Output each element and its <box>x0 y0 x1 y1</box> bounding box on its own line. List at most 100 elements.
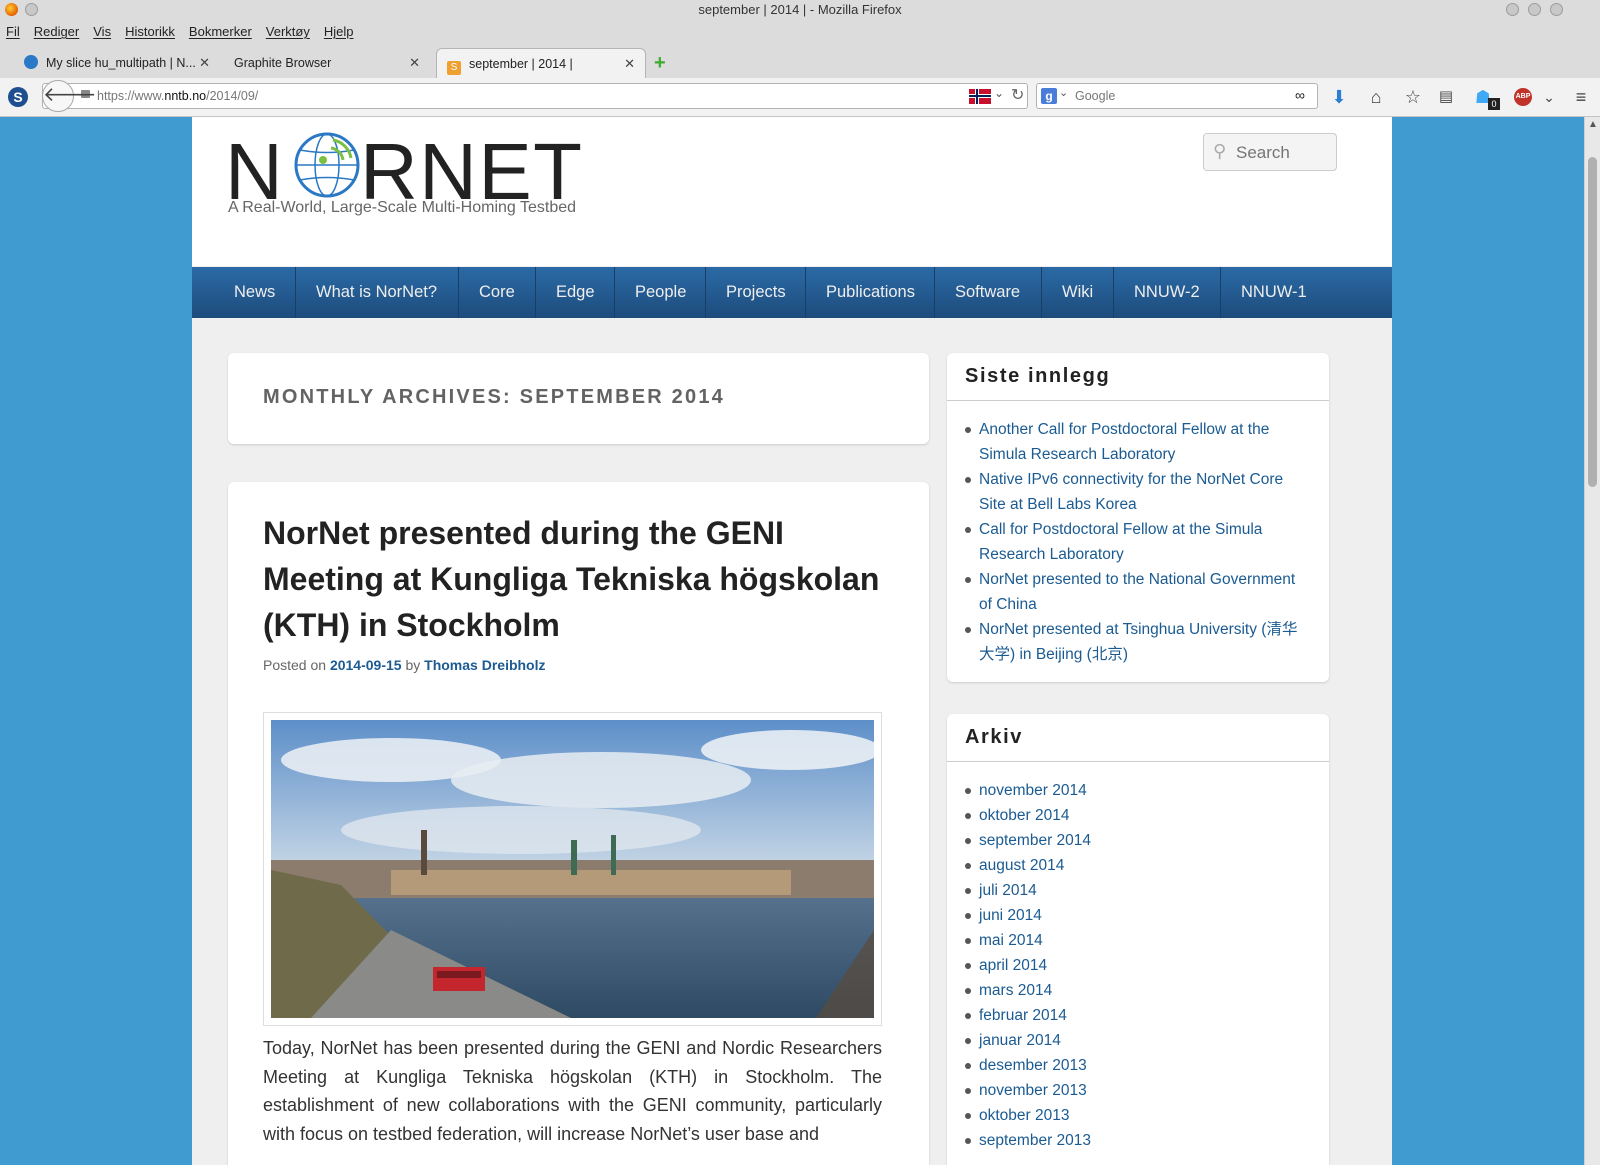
menu-fil[interactable]: Fil <box>6 20 20 44</box>
archive-link[interactable]: november 2014 <box>963 778 1309 803</box>
page-scrollbar[interactable]: ▲ <box>1584 117 1600 1165</box>
post-title[interactable]: NorNet presented during the GENI Meeting… <box>263 510 883 648</box>
sync-s-icon[interactable]: S <box>8 87 28 107</box>
site-tagline: A Real-World, Large-Scale Multi-Homing T… <box>228 199 577 216</box>
window-close-button[interactable] <box>1550 3 1563 16</box>
site-logo[interactable]: N RNET <box>225 125 607 216</box>
tab-bar: My slice hu_multipath | N... ✕ Graphite … <box>0 44 1600 78</box>
widget-divider <box>947 400 1329 401</box>
tab-myslice[interactable]: My slice hu_multipath | N... ✕ <box>14 48 220 78</box>
menu-item-edge[interactable]: Edge <box>536 267 615 318</box>
ghostery-badge: 0 <box>1488 98 1500 110</box>
back-arrow-icon: 🡐 <box>43 84 97 106</box>
menu-item-people[interactable]: People <box>615 267 706 318</box>
scrollbar-thumb[interactable] <box>1588 157 1597 487</box>
menu-bokmerker[interactable]: Bokmerker <box>189 20 252 44</box>
archive-heading: MONTHLY ARCHIVES: SEPTEMBER 2014 <box>263 386 725 408</box>
site-header: N RNET A Real-World, Large-Scale Multi-H… <box>192 117 1392 266</box>
search-placeholder: Google <box>1075 89 1116 103</box>
menu-historikk[interactable]: Historikk <box>125 20 175 44</box>
archive-link[interactable]: mars 2014 <box>963 978 1309 1003</box>
menu-item-nnuw-1[interactable]: NNUW-1 <box>1221 267 1328 318</box>
menu-item-nnuw-2[interactable]: NNUW-2 <box>1114 267 1221 318</box>
menu-item-news[interactable]: News <box>214 267 296 318</box>
recent-posts-list: Another Call for Postdoctoral Fellow at … <box>963 417 1309 667</box>
reader-list-icon[interactable]: ▤ <box>1435 86 1457 108</box>
norway-flag-icon[interactable] <box>969 89 991 104</box>
menu-item-publications[interactable]: Publications <box>806 267 935 318</box>
site-search-input[interactable] <box>1234 134 1338 172</box>
chevron-down-icon[interactable]: ⌄ <box>994 86 1004 100</box>
tab-label: Graphite Browser <box>234 56 332 70</box>
google-icon[interactable]: g <box>1041 88 1057 104</box>
recent-post-link[interactable]: NorNet presented to the National Governm… <box>963 567 1309 617</box>
stockholm-photo[interactable] <box>271 720 874 1018</box>
archive-link[interactable]: februar 2014 <box>963 1003 1309 1028</box>
recent-post-link[interactable]: Another Call for Postdoctoral Fellow at … <box>963 417 1309 467</box>
archive-link[interactable]: april 2014 <box>963 953 1309 978</box>
chevron-down-icon[interactable]: ⌄ <box>1059 86 1068 99</box>
menu-verktoy[interactable]: Verktøy <box>266 20 310 44</box>
menu-rediger[interactable]: Rediger <box>34 20 80 44</box>
binoculars-icon[interactable]: ∞ <box>1295 87 1305 103</box>
close-tab-icon[interactable]: ✕ <box>409 48 420 78</box>
archive-link[interactable]: oktober 2014 <box>963 803 1309 828</box>
archive-link[interactable]: desember 2013 <box>963 1053 1309 1078</box>
new-tab-icon[interactable]: + <box>654 52 666 75</box>
recent-post-link[interactable]: Native IPv6 connectivity for the NorNet … <box>963 467 1309 517</box>
main-menu: News What is NorNet? Core Edge People Pr… <box>192 267 1392 318</box>
archive-link[interactable]: juni 2014 <box>963 903 1309 928</box>
bookmark-star-icon[interactable]: ☆ <box>1402 86 1424 108</box>
window-maximize-button[interactable] <box>1528 3 1541 16</box>
menu-hjelp[interactable]: Hjelp <box>324 20 354 44</box>
tab-september-2014[interactable]: Sseptember | 2014 | ✕ <box>436 48 646 78</box>
url-bar[interactable]: https://www.nntb.no/2014/09/ ⌄ ↻ <box>42 83 1028 109</box>
recent-post-link[interactable]: NorNet presented at Tsinghua University … <box>963 617 1309 667</box>
chevron-down-icon[interactable]: ⌄ <box>1538 86 1560 108</box>
archive-link[interactable]: oktober 2013 <box>963 1103 1309 1128</box>
adblock-icon[interactable]: ABP <box>1514 88 1532 106</box>
menu-item-what-is-nornet[interactable]: What is NorNet? <box>296 267 459 318</box>
hamburger-menu-icon[interactable]: ≡ <box>1570 86 1592 108</box>
post-card: NorNet presented during the GENI Meeting… <box>228 482 929 1165</box>
archive-link[interactable]: januar 2014 <box>963 1028 1309 1053</box>
archive-list: november 2014 oktober 2014 september 201… <box>963 778 1309 1153</box>
search-bar[interactable]: g ⌄ Google ∞ <box>1036 83 1318 109</box>
post-date-link[interactable]: 2014-09-15 <box>330 657 402 673</box>
search-icon: ⚲ <box>1213 141 1227 161</box>
menu-item-software[interactable]: Software <box>935 267 1042 318</box>
menu-item-projects[interactable]: Projects <box>706 267 806 318</box>
posted-on-label: Posted on <box>263 657 327 673</box>
archive-link[interactable]: september 2014 <box>963 828 1309 853</box>
recent-post-link[interactable]: Call for Postdoctoral Fellow at the Simu… <box>963 517 1309 567</box>
window-chevron-button[interactable] <box>1506 3 1519 16</box>
archive-link[interactable]: august 2014 <box>963 853 1309 878</box>
window-title: september | 2014 | - Mozilla Firefox <box>698 2 902 17</box>
archive-widget-title: Arkiv <box>965 726 1024 748</box>
site-favicon-icon: S <box>447 61 461 75</box>
tab-graphite[interactable]: Graphite Browser ✕ <box>224 48 430 78</box>
menu-item-wiki[interactable]: Wiki <box>1042 267 1114 318</box>
site-search[interactable]: ⚲ <box>1203 133 1338 172</box>
archive-link[interactable]: september 2013 <box>963 1128 1309 1153</box>
archive-header-card: MONTHLY ARCHIVES: SEPTEMBER 2014 <box>228 353 929 444</box>
close-tab-icon[interactable]: ✕ <box>199 48 210 78</box>
archive-link[interactable]: november 2013 <box>963 1078 1309 1103</box>
url-text[interactable]: https://www.nntb.no/2014/09/ <box>97 84 258 108</box>
back-button[interactable]: 🡐 <box>42 80 97 112</box>
globe-icon <box>294 132 360 198</box>
home-icon[interactable]: ⌂ <box>1365 86 1387 108</box>
post-body: Today, NorNet has been presented during … <box>263 1038 882 1144</box>
window-minimize-button[interactable] <box>25 3 38 16</box>
firefox-icon <box>5 3 18 16</box>
download-icon[interactable]: ⬇ <box>1328 86 1350 108</box>
menu-item-core[interactable]: Core <box>459 267 536 318</box>
scroll-up-icon[interactable]: ▲ <box>1588 119 1598 130</box>
archive-link[interactable]: juli 2014 <box>963 878 1309 903</box>
drupal-icon <box>24 55 38 69</box>
post-author-link[interactable]: Thomas Dreibholz <box>424 657 545 673</box>
reload-icon[interactable]: ↻ <box>1011 85 1024 105</box>
close-tab-icon[interactable]: ✕ <box>624 49 635 79</box>
menu-vis[interactable]: Vis <box>93 20 111 44</box>
archive-link[interactable]: mai 2014 <box>963 928 1309 953</box>
